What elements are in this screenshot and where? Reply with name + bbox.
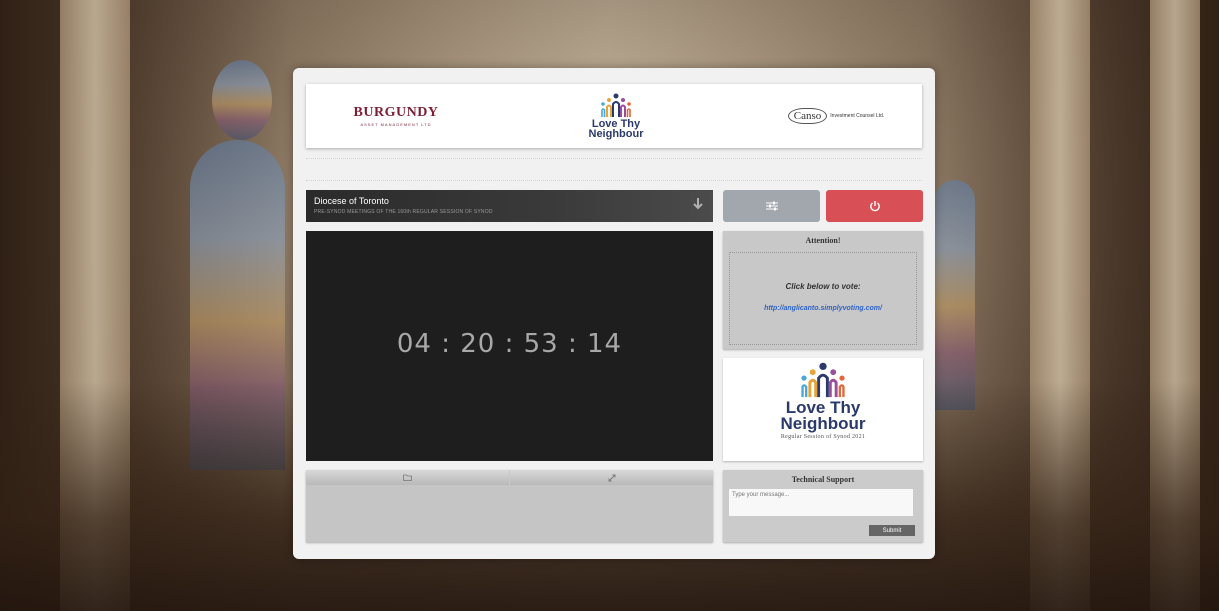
- stream-title-bar: Diocese of Toronto PRE-SYNOD MEETINGS OF…: [306, 190, 713, 222]
- canso-logo: Canso Investment Counsel Ltd.: [766, 84, 906, 148]
- ltn-card-subtitle: Regular Session of Synod 2021: [780, 434, 866, 441]
- expand-icon: [608, 474, 615, 481]
- technical-support-panel: Technical Support Submit: [723, 470, 923, 542]
- tab-folder[interactable]: [306, 470, 510, 485]
- love-thy-neighbour-logo: Love Thy Neighbour: [556, 84, 676, 148]
- love-thy-neighbour-card: Love Thy Neighbour Regular Session of Sy…: [723, 358, 923, 461]
- stream-title: Diocese of Toronto: [314, 196, 389, 206]
- sliders-icon: [765, 201, 778, 211]
- ltn-card-line2: Neighbour: [780, 414, 866, 434]
- attention-inner: Click below to vote: http://anglicanto.s…: [729, 252, 917, 345]
- ltn-line2: Neighbour: [588, 128, 644, 140]
- support-heading: Technical Support: [791, 475, 855, 484]
- people-icon: [601, 93, 631, 117]
- settings-button[interactable]: [723, 190, 820, 222]
- chat-tabs: [306, 470, 713, 485]
- sponsor-bar: BURGUNDY ASSET MANAGEMENT LTD Love Thy N…: [306, 84, 922, 148]
- support-message-input[interactable]: [729, 489, 913, 516]
- stained-glass-window-rose: [212, 60, 272, 140]
- chat-panel: [306, 470, 713, 542]
- burgundy-logo: BURGUNDY ASSET MANAGEMENT LTD: [326, 84, 466, 148]
- countdown-timer: 04 : 20 : 53 : 14: [396, 329, 623, 359]
- attention-heading: Attention!: [805, 236, 841, 245]
- power-button[interactable]: [826, 190, 923, 222]
- folder-icon: [403, 474, 412, 481]
- divider-top: [306, 158, 922, 159]
- submit-button[interactable]: Submit: [869, 525, 915, 536]
- stream-subtitle: PRE-SYNOD MEETINGS OF THE 160th REGULAR …: [314, 209, 493, 215]
- burgundy-name: BURGUNDY: [353, 105, 439, 120]
- vote-link[interactable]: http://anglicanto.simplyvoting.com/: [730, 305, 916, 312]
- main-panel: BURGUNDY ASSET MANAGEMENT LTD Love Thy N…: [293, 68, 935, 559]
- people-icon: [801, 362, 845, 398]
- attention-box: Attention! Click below to vote: http://a…: [723, 231, 923, 349]
- canso-name: Canso: [787, 108, 828, 124]
- burgundy-subtitle: ASSET MANAGEMENT LTD: [360, 122, 432, 127]
- download-arrow-icon[interactable]: [693, 198, 703, 214]
- power-icon: [869, 201, 880, 212]
- tab-expand[interactable]: [510, 470, 713, 485]
- attention-message: Click below to vote:: [785, 282, 861, 291]
- divider-bottom: [306, 180, 922, 181]
- video-player[interactable]: 04 : 20 : 53 : 14: [306, 231, 713, 461]
- canso-subtitle: Investment Counsel Ltd.: [830, 113, 885, 119]
- stained-glass-window-right: [935, 180, 975, 410]
